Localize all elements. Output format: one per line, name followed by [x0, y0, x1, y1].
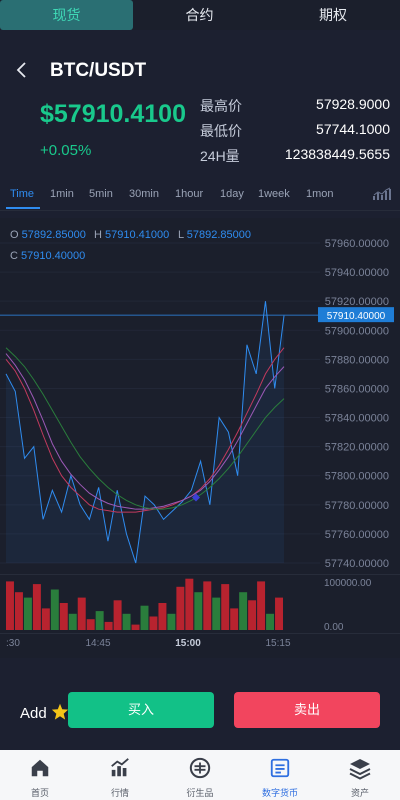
- price-axis-tick: 57800.00000: [325, 471, 389, 483]
- volume-bar: [32, 584, 41, 630]
- time-axis-tick: 14:45: [85, 638, 110, 649]
- assets-layers-icon: [349, 759, 371, 780]
- volume-bar: [14, 592, 23, 630]
- volume-bar: [275, 597, 283, 630]
- price-axis-tick: 57780.00000: [325, 500, 389, 512]
- timeframe-time[interactable]: Time: [10, 188, 34, 200]
- stat-high-value: 57928.9000: [316, 96, 390, 112]
- stat-volume-value: 123838449.5655: [284, 146, 390, 162]
- timeframe-bar: Time 1min 5min 30min 1hour 1day 1week 1m…: [0, 180, 400, 211]
- chart-indicator-icon[interactable]: [373, 187, 391, 206]
- tab-options[interactable]: 期权: [266, 0, 400, 30]
- back-icon[interactable]: [14, 60, 30, 80]
- volume-bar: [122, 613, 131, 630]
- stat-volume-label: 24H量: [200, 148, 240, 164]
- timeframe-5min[interactable]: 5min: [89, 188, 113, 200]
- pair-title: BTC/USDT: [50, 60, 147, 81]
- tab-market[interactable]: 行情: [80, 750, 160, 800]
- volume-bar: [68, 613, 77, 630]
- top-tab-bar: 现货 合约 期权: [0, 0, 400, 30]
- price-axis-tick: 57820.00000: [325, 442, 389, 454]
- tab-digital-currency[interactable]: 数字货币: [240, 750, 320, 800]
- volume-bar: [203, 581, 212, 630]
- home-icon: [31, 759, 49, 777]
- tab-spot[interactable]: 现货: [0, 0, 133, 30]
- last-price: $57910.4100: [40, 100, 186, 128]
- volume-bar: [95, 611, 104, 630]
- volume-bar: [185, 578, 194, 630]
- price-axis-tick: 57900.00000: [325, 325, 389, 337]
- volume-axis-tick: 0.00: [324, 622, 344, 633]
- bottom-tab-bar: 首页 行情 衍生品 数字货币 资产: [0, 750, 400, 800]
- tab-derivatives[interactable]: 衍生品: [160, 750, 240, 800]
- volume-bar: [6, 581, 14, 630]
- buy-button[interactable]: 买入: [68, 692, 214, 728]
- volume-bar: [131, 624, 140, 630]
- chart-canvas: 57910.40000 57960.00000 57940.00000 57920.0…: [0, 238, 400, 649]
- star-icon: [47, 703, 69, 722]
- timeframe-30min[interactable]: 30min: [129, 188, 159, 200]
- volume-bar: [212, 597, 221, 630]
- price-axis-tick: 57840.00000: [325, 413, 389, 425]
- volume-bar: [266, 613, 275, 630]
- volume-bar: [257, 581, 266, 630]
- timeframe-1day[interactable]: 1day: [220, 188, 244, 200]
- volume-bar: [50, 589, 59, 630]
- volume-axis-tick: 100000.00: [324, 578, 372, 589]
- price-axis-tick: 57920.00000: [325, 296, 389, 308]
- time-axis-line: [0, 633, 400, 634]
- volume-bar: [176, 586, 185, 630]
- volume-bar: [86, 619, 95, 630]
- timeframe-1hour[interactable]: 1hour: [175, 188, 203, 200]
- volume-bar: [113, 600, 122, 630]
- timeframe-1min[interactable]: 1min: [50, 188, 74, 200]
- volume-bar: [41, 608, 50, 630]
- current-price-label: 57910.40000: [327, 311, 386, 322]
- volume-bar: [221, 584, 230, 630]
- derivatives-icon: [189, 757, 211, 779]
- volume-bar: [59, 603, 68, 630]
- volume-bar: [194, 592, 203, 630]
- price-axis-tick: 57740.00000: [325, 558, 389, 570]
- time-axis-tick: 15:15: [265, 638, 290, 649]
- volume-bar: [140, 605, 149, 630]
- timeframe-active-underline: [6, 207, 40, 209]
- tab-home[interactable]: 首页: [0, 750, 80, 800]
- price-axis-tick: 57860.00000: [325, 383, 389, 395]
- volume-bar: [248, 600, 257, 630]
- timeframe-1mon[interactable]: 1mon: [306, 188, 334, 200]
- price-axis-tick: 57940.00000: [325, 267, 389, 279]
- volume-bar: [104, 621, 113, 630]
- price-chart[interactable]: O 57892.85000 H 57910.41000 L 57892.8500…: [0, 218, 400, 658]
- volume-bar: [149, 616, 158, 630]
- volume-bar: [23, 597, 32, 630]
- volume-separator: [0, 574, 400, 575]
- add-favorite-button[interactable]: Add: [20, 703, 69, 722]
- price-axis-tick: 57960.00000: [325, 238, 389, 250]
- market-chart-icon: [111, 758, 129, 777]
- tab-contract[interactable]: 合约: [133, 0, 266, 30]
- timeframe-1week[interactable]: 1week: [258, 188, 290, 200]
- sell-button[interactable]: 卖出: [234, 692, 380, 728]
- time-axis-tick: :30: [6, 638, 20, 649]
- price-axis-tick: 57760.00000: [325, 529, 389, 541]
- digital-currency-icon: [270, 758, 290, 778]
- price-change: +0.05%: [40, 142, 92, 159]
- price-axis-tick: 57880.00000: [325, 354, 389, 366]
- volume-bar: [230, 608, 239, 630]
- stat-high-label: 最高价: [200, 98, 242, 114]
- stat-low-label: 最低价: [200, 123, 242, 139]
- volume-bar: [239, 592, 248, 630]
- volume-bar: [77, 597, 86, 630]
- tab-assets[interactable]: 资产: [320, 750, 400, 800]
- time-axis-tick: 15:00: [175, 638, 201, 649]
- volume-bar: [167, 613, 176, 630]
- volume-bar: [158, 603, 167, 630]
- stat-low-value: 57744.1000: [316, 121, 390, 137]
